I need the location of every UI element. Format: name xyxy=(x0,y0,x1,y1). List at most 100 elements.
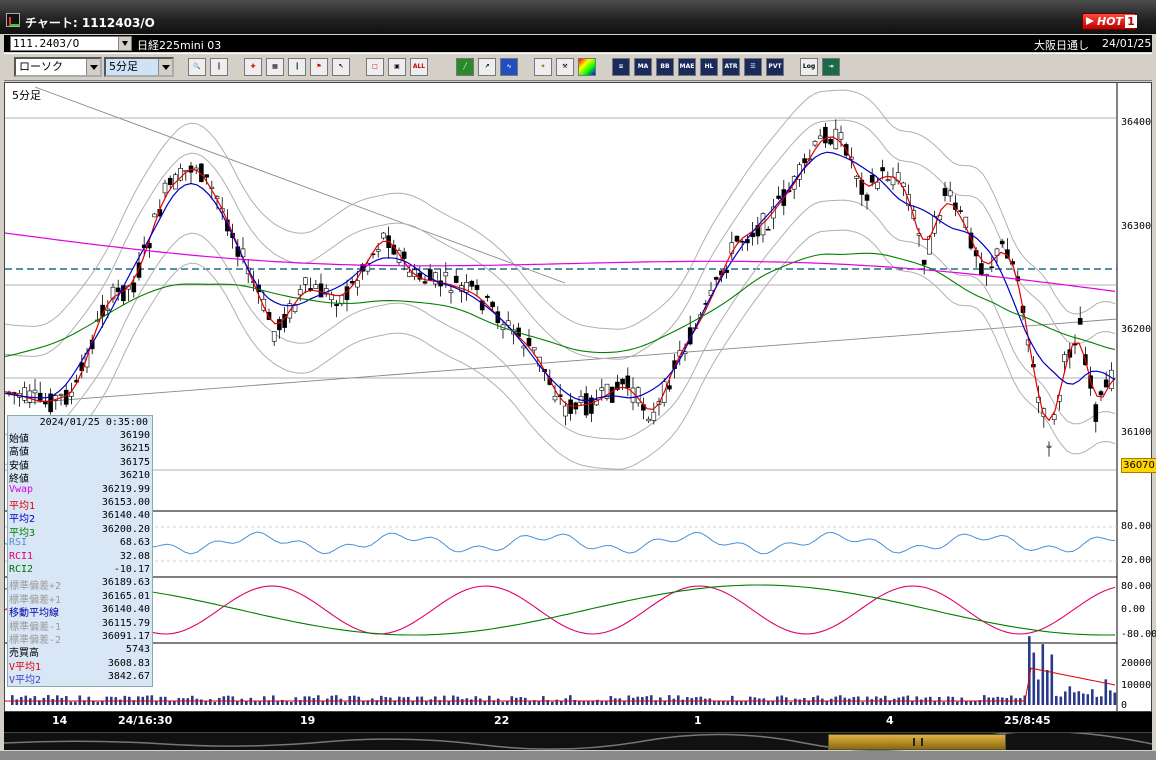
ichimoku-icon[interactable]: ≡ xyxy=(612,58,630,76)
frame-icon[interactable]: □ xyxy=(366,58,384,76)
zoom-icon[interactable]: 🔍 xyxy=(188,58,206,76)
mae-button[interactable]: MAE xyxy=(678,58,696,76)
volume-bar xyxy=(276,700,280,705)
chevron-down-icon[interactable] xyxy=(158,59,172,75)
candle-body xyxy=(823,126,828,144)
chart-type-value: ローソク xyxy=(19,60,63,73)
panel-row: 標準偏差+1 36165.01 xyxy=(8,591,152,606)
volume-bar xyxy=(650,695,653,705)
time-axis-label: 14 xyxy=(52,714,68,727)
volume-bar xyxy=(411,701,415,705)
chart-type-select[interactable]: ローソク xyxy=(14,57,102,77)
wave-icon[interactable]: ∿ xyxy=(500,58,518,76)
time-axis-label: 22 xyxy=(494,714,510,727)
chart-canvas[interactable] xyxy=(5,83,1151,711)
panel-datetime: 2024/01/25 0:35:00 xyxy=(39,417,148,428)
candle-body xyxy=(22,387,27,401)
candle-body xyxy=(828,138,833,145)
volume-bar xyxy=(330,695,334,705)
volume-bar xyxy=(704,698,707,705)
arrow-icon[interactable]: ↗ xyxy=(478,58,496,76)
panel-row-value: 36140.40 xyxy=(101,510,150,522)
bar-icon[interactable]: ┃ xyxy=(288,58,306,76)
tools-icon[interactable]: ⚒ xyxy=(556,58,574,76)
ma-button[interactable]: MA xyxy=(634,58,652,76)
chart-area[interactable]: 5分足 36400 36300 36200 36100 36070 80.00 … xyxy=(4,82,1156,712)
all-button[interactable]: ALL xyxy=(410,58,428,76)
symbol-name: 日経225mini 03 xyxy=(137,39,222,52)
atr-button[interactable]: ATR xyxy=(722,58,740,76)
candle-body xyxy=(1109,369,1114,389)
overview-scrollbar[interactable] xyxy=(4,732,1152,751)
volume-bar xyxy=(150,695,154,705)
pvt-button[interactable]: PVT xyxy=(766,58,784,76)
candle-body xyxy=(1098,391,1104,396)
volume-bar xyxy=(78,695,82,705)
grid-icon[interactable]: ▦ xyxy=(266,58,284,76)
candle-body xyxy=(63,389,69,405)
volume-bar xyxy=(965,701,968,705)
hot-badge[interactable]: HOT 1 xyxy=(1082,13,1137,30)
volume-bar xyxy=(870,699,874,705)
symbol-code-select[interactable]: 111.2403/O xyxy=(10,36,132,51)
volume-bar xyxy=(69,701,73,705)
candle-body xyxy=(349,281,355,284)
candle-body xyxy=(32,389,38,394)
panel-row-value: 36210 xyxy=(119,470,150,482)
candle-body xyxy=(869,175,875,183)
volume-bar xyxy=(551,701,554,705)
rci-axis-label: -80.00 xyxy=(1121,629,1156,640)
candle-body xyxy=(599,387,605,391)
window-split-icon[interactable]: ║ xyxy=(210,58,228,76)
rci1-line xyxy=(5,585,1116,635)
candle-body xyxy=(407,271,412,277)
export-icon[interactable]: ⇥ xyxy=(822,58,840,76)
panel-row: 平均2 36140.40 xyxy=(8,510,152,525)
candle-body xyxy=(490,301,495,308)
time-axis: 14 24/16:30 19 22 1 4 25/8:45 xyxy=(4,712,1152,732)
log-button[interactable]: Log xyxy=(800,58,818,76)
panel-row-value: 36175 xyxy=(119,456,150,468)
candle-body xyxy=(568,399,573,414)
candle-body xyxy=(58,394,64,396)
chevron-down-icon[interactable] xyxy=(86,59,100,75)
session-name: 大阪日通し xyxy=(1034,39,1089,52)
candle-body xyxy=(609,386,615,403)
volume-bar xyxy=(668,695,671,705)
trendline xyxy=(34,86,566,284)
candle-body xyxy=(880,167,885,172)
volume-bar xyxy=(461,699,464,705)
volume-bar xyxy=(254,701,257,705)
flag-icon[interactable]: ⚑ xyxy=(310,58,328,76)
candle-body xyxy=(271,331,277,342)
palette-icon[interactable] xyxy=(578,58,596,76)
volume-bar xyxy=(713,701,716,705)
draw-line-icon[interactable]: ╱ xyxy=(456,58,474,76)
bollinger-upper-1 xyxy=(5,119,1116,360)
hl-button[interactable]: HL xyxy=(700,58,718,76)
volume-bar xyxy=(380,695,383,705)
volume-ma1-line xyxy=(5,667,1116,702)
volume-bar xyxy=(1095,696,1099,705)
volume-bar xyxy=(339,698,343,705)
target-icon[interactable]: ✦ xyxy=(534,58,552,76)
chevron-down-icon[interactable] xyxy=(118,37,131,50)
crosshair-icon[interactable]: ✚ xyxy=(244,58,262,76)
candle-body xyxy=(812,141,818,146)
volume-bar xyxy=(726,701,730,705)
panel-row-label: RCI1 xyxy=(9,550,34,562)
panel-row-value: 68.63 xyxy=(119,537,150,549)
cursor-icon[interactable]: ↖ xyxy=(332,58,350,76)
range-icon[interactable]: ▣ xyxy=(388,58,406,76)
grip-icon[interactable] xyxy=(913,738,923,746)
volume-bar xyxy=(1113,692,1117,705)
volume-bar xyxy=(780,695,784,705)
scroll-thumb[interactable] xyxy=(828,734,1006,750)
bb-button[interactable]: BB xyxy=(656,58,674,76)
period-select[interactable]: 5分足 xyxy=(104,57,174,77)
volume-bar xyxy=(353,695,356,705)
candle-body xyxy=(942,188,948,196)
rsi-channel-icon[interactable]: ☰ xyxy=(744,58,762,76)
panel-row-value: 36215 xyxy=(119,443,150,455)
volume-bar xyxy=(258,701,262,705)
